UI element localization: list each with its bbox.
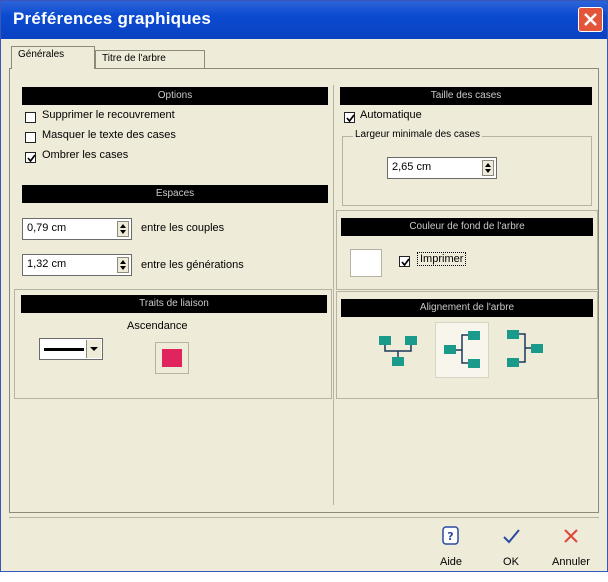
ombrer-cases-checkbox[interactable]: [25, 152, 36, 163]
tab-panel-generales: Options Supprimer le recouvrement Masque…: [9, 68, 599, 513]
generations-spinner[interactable]: 1,32 cm: [22, 254, 132, 276]
ok-label: OK: [503, 556, 519, 568]
align-center-button[interactable]: [435, 322, 489, 378]
alignement-group: Alignement de l'arbre: [336, 291, 598, 399]
largeur-frame: Largeur minimale des cases 2,65 cm: [342, 129, 592, 206]
chevron-down-icon: [90, 347, 98, 351]
dropdown-arrow[interactable]: [86, 340, 101, 358]
checkmark-icon: [27, 154, 36, 163]
masquer-texte-checkbox[interactable]: [25, 132, 36, 143]
automatique-label: Automatique: [360, 109, 422, 121]
align-side-button[interactable]: [501, 324, 555, 378]
supprimer-recouvrement-checkbox[interactable]: [25, 112, 36, 123]
espaces-header: Espaces: [22, 185, 328, 203]
color-swatch: [162, 349, 182, 367]
ombrer-cases-label: Ombrer les cases: [42, 149, 129, 161]
column-divider: [333, 85, 334, 505]
cancel-icon: [547, 522, 595, 556]
tree-align-top-icon: [379, 336, 417, 366]
spin-arrows-icon: [120, 260, 126, 270]
options-group: Options Supprimer le recouvrement Masque…: [14, 85, 332, 179]
checkmark-icon: [491, 522, 531, 556]
couples-label: entre les couples: [141, 222, 225, 234]
generations-spin-arrows[interactable]: [117, 257, 129, 273]
largeur-spin-arrows[interactable]: [482, 160, 494, 176]
ascendance-color-button[interactable]: [155, 342, 189, 374]
background-color-button[interactable]: [350, 249, 382, 277]
supprimer-recouvrement-label: Supprimer le recouvrement: [42, 109, 175, 121]
generations-label: entre les générations: [141, 259, 244, 271]
automatique-checkbox[interactable]: [344, 112, 355, 123]
align-top-button[interactable]: [373, 326, 423, 376]
line-style-preview: [44, 348, 84, 351]
largeur-spinner[interactable]: 2,65 cm: [387, 157, 497, 179]
couples-spinner[interactable]: 0,79 cm: [22, 218, 132, 240]
spin-arrows-icon: [120, 224, 126, 234]
svg-text:?: ?: [447, 530, 453, 543]
close-button[interactable]: [578, 7, 603, 32]
tab-titre-arbre[interactable]: Titre de l'arbre: [95, 50, 205, 68]
generations-value: 1,32 cm: [27, 258, 67, 270]
aide-button[interactable]: ? Aide: [431, 522, 471, 582]
line-style-dropdown[interactable]: [39, 338, 103, 360]
traits-header: Traits de liaison: [21, 295, 327, 313]
largeur-label: Largeur minimale des cases: [353, 129, 483, 140]
spin-arrows-icon: [485, 163, 491, 173]
alignement-header: Alignement de l'arbre: [341, 299, 593, 317]
dialog-window: Préférences graphiques Générales Titre d…: [0, 0, 608, 572]
ascendance-label: Ascendance: [127, 320, 188, 332]
close-icon: [584, 13, 597, 26]
couples-spin-arrows[interactable]: [117, 221, 129, 237]
taille-header: Taille des cases: [340, 87, 592, 105]
aide-label: Aide: [439, 556, 463, 568]
masquer-texte-label: Masquer le texte des cases: [42, 129, 176, 141]
tree-align-center-icon: [444, 331, 480, 368]
ok-button[interactable]: OK: [491, 522, 531, 582]
couleur-group: Couleur de fond de l'arbre Imprimer: [336, 210, 598, 290]
annuler-label: Annuler: [552, 556, 590, 568]
checkmark-icon: [346, 114, 355, 123]
couples-value: 0,79 cm: [27, 222, 67, 234]
imprimer-checkbox[interactable]: [399, 256, 410, 267]
tree-align-side-icon: [507, 330, 543, 367]
dialog-title: Préférences graphiques: [13, 9, 212, 28]
taille-group: Taille des cases Automatique Largeur min…: [336, 85, 598, 208]
checkmark-icon: [401, 258, 410, 267]
tab-generales[interactable]: Générales: [11, 46, 95, 69]
imprimer-label: Imprimer: [417, 252, 467, 266]
largeur-value: 2,65 cm: [392, 161, 432, 173]
annuler-button[interactable]: Annuler: [547, 522, 595, 582]
footer-separator: [9, 517, 599, 518]
options-header: Options: [22, 87, 328, 105]
couleur-header: Couleur de fond de l'arbre: [341, 218, 593, 236]
title-bar: Préférences graphiques: [1, 1, 607, 39]
traits-group: Traits de liaison Ascendance: [14, 289, 332, 399]
help-icon: ?: [431, 522, 471, 556]
